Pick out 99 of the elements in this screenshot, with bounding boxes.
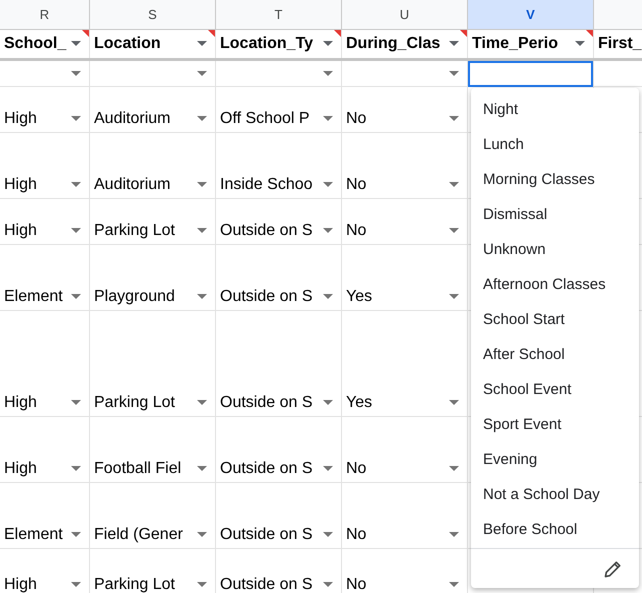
- table-cell-text: High: [4, 221, 38, 241]
- dropdown-option[interactable]: Evening: [471, 443, 639, 478]
- dropdown-caret-icon[interactable]: [71, 41, 81, 47]
- dropdown-option[interactable]: Afternoon Classes: [471, 268, 639, 303]
- column-header[interactable]: U: [342, 0, 468, 29]
- table-cell-text: Inside Schoo: [220, 175, 314, 195]
- field-heading: Time_Perio: [472, 34, 559, 54]
- dropdown-option[interactable]: Dismissal: [471, 198, 639, 233]
- field-heading: Location: [94, 34, 162, 54]
- dropdown-caret-icon[interactable]: [71, 532, 81, 538]
- dropdown-option[interactable]: School Event: [471, 373, 639, 408]
- table-cell-text: No: [346, 109, 368, 129]
- dropdown-caret-icon[interactable]: [197, 582, 207, 588]
- dropdown-caret-icon[interactable]: [197, 466, 207, 472]
- table-cell-text: Field (Gener: [94, 525, 184, 545]
- table-cell-text: Outside on S: [220, 221, 314, 241]
- dropdown-caret-icon[interactable]: [323, 116, 333, 122]
- column-header[interactable]: S: [90, 0, 216, 29]
- table-cell-text: High: [4, 109, 38, 129]
- dropdown-caret-icon[interactable]: [449, 182, 459, 188]
- table-cell-text: High: [4, 575, 38, 593]
- table-cell-text: Outside on S: [220, 287, 314, 307]
- table-cell-text: Off School P: [220, 109, 311, 129]
- dropdown-caret-icon[interactable]: [449, 41, 459, 47]
- dropdown-caret-icon[interactable]: [449, 582, 459, 588]
- table-cell-text: Outside on S: [220, 525, 314, 545]
- dropdown-caret-icon[interactable]: [449, 532, 459, 538]
- dropdown-caret-icon[interactable]: [197, 228, 207, 234]
- dropdown-caret-icon[interactable]: [449, 294, 459, 300]
- dropdown-caret-icon[interactable]: [71, 400, 81, 406]
- dropdown-option[interactable]: Morning Classes: [471, 163, 639, 198]
- table-cell-text: High: [4, 459, 38, 479]
- field-heading: Location_Ty: [220, 34, 314, 54]
- field-heading: School_: [4, 34, 67, 54]
- table-cell-text: Parking Lot: [94, 221, 176, 241]
- field-heading: First_: [598, 34, 642, 54]
- dropdown-caret-icon[interactable]: [323, 70, 333, 76]
- dropdown-caret-icon[interactable]: [197, 70, 207, 76]
- dropdown-caret-icon[interactable]: [197, 532, 207, 538]
- column-header[interactable]: T: [216, 0, 342, 29]
- table-cell-text: No: [346, 575, 368, 593]
- column-header[interactable]: V: [468, 0, 594, 29]
- dropdown-caret-icon[interactable]: [449, 466, 459, 472]
- table-cell-text: Element: [4, 287, 64, 307]
- dropdown-caret-icon[interactable]: [323, 400, 333, 406]
- table-cell-text: No: [346, 221, 368, 241]
- dropdown-caret-icon[interactable]: [71, 294, 81, 300]
- table-cell-text: High: [4, 393, 38, 413]
- table-cell-text: No: [346, 525, 368, 545]
- dropdown-caret-icon[interactable]: [449, 400, 459, 406]
- dropdown-caret-icon[interactable]: [323, 228, 333, 234]
- table-cell-text: Parking Lot: [94, 393, 176, 413]
- table-cell-text: Playground: [94, 287, 176, 307]
- table-cell-text: Element: [4, 525, 64, 545]
- active-cell-field[interactable]: [468, 60, 593, 86]
- dropdown-caret-icon[interactable]: [71, 116, 81, 122]
- pencil-icon[interactable]: [603, 558, 623, 578]
- dropdown-caret-icon[interactable]: [323, 182, 333, 188]
- table-cell-text: Outside on S: [220, 575, 314, 593]
- dropdown-caret-icon[interactable]: [323, 294, 333, 300]
- dropdown-caret-icon[interactable]: [197, 116, 207, 122]
- table-cell-text: Outside on S: [220, 459, 314, 479]
- dropdown-option[interactable]: Lunch: [471, 128, 639, 163]
- dropdown-caret-icon[interactable]: [197, 400, 207, 406]
- dropdown-caret-icon[interactable]: [71, 582, 81, 588]
- table-cell-text: No: [346, 459, 368, 479]
- field-heading: During_Clas: [346, 34, 442, 54]
- table-cell-text: No: [346, 175, 368, 195]
- dropdown-caret-icon[interactable]: [323, 532, 333, 538]
- dropdown-caret-icon[interactable]: [575, 41, 585, 47]
- dropdown-caret-icon[interactable]: [323, 582, 333, 588]
- dropdown-option[interactable]: School Start: [471, 303, 639, 338]
- table-cell-text: Yes: [346, 287, 374, 307]
- dropdown-option[interactable]: Unknown: [471, 233, 639, 268]
- dropdown-caret-icon[interactable]: [71, 228, 81, 234]
- column-header[interactable]: R: [0, 0, 90, 29]
- dropdown-caret-icon[interactable]: [449, 228, 459, 234]
- dropdown-option[interactable]: Night: [471, 93, 639, 128]
- table-cell-text: Auditorium: [94, 175, 172, 195]
- dropdown-caret-icon[interactable]: [71, 466, 81, 472]
- dropdown-option[interactable]: After School: [471, 338, 639, 373]
- table-cell-text: Football Fiel: [94, 459, 182, 479]
- dropdown-caret-icon[interactable]: [197, 294, 207, 300]
- dropdown-caret-icon[interactable]: [323, 466, 333, 472]
- table-cell-text: Yes: [346, 393, 374, 413]
- dropdown-caret-icon[interactable]: [71, 182, 81, 188]
- table-cell-text: Outside on S: [220, 393, 314, 413]
- dropdown-caret-icon[interactable]: [323, 41, 333, 47]
- dropdown-option[interactable]: Not a School Day: [471, 478, 639, 513]
- dropdown-option[interactable]: Sport Event: [471, 408, 639, 443]
- dropdown-caret-icon[interactable]: [197, 182, 207, 188]
- table-cell-text: Parking Lot: [94, 575, 176, 593]
- table-cell-text: Auditorium: [94, 109, 172, 129]
- dropdown-caret-icon[interactable]: [71, 70, 81, 76]
- table-cell-text: High: [4, 175, 38, 195]
- dropdown-option[interactable]: Before School: [471, 513, 639, 548]
- dropdown-caret-icon[interactable]: [449, 116, 459, 122]
- dropdown-caret-icon[interactable]: [449, 70, 459, 76]
- dropdown-caret-icon[interactable]: [197, 41, 207, 47]
